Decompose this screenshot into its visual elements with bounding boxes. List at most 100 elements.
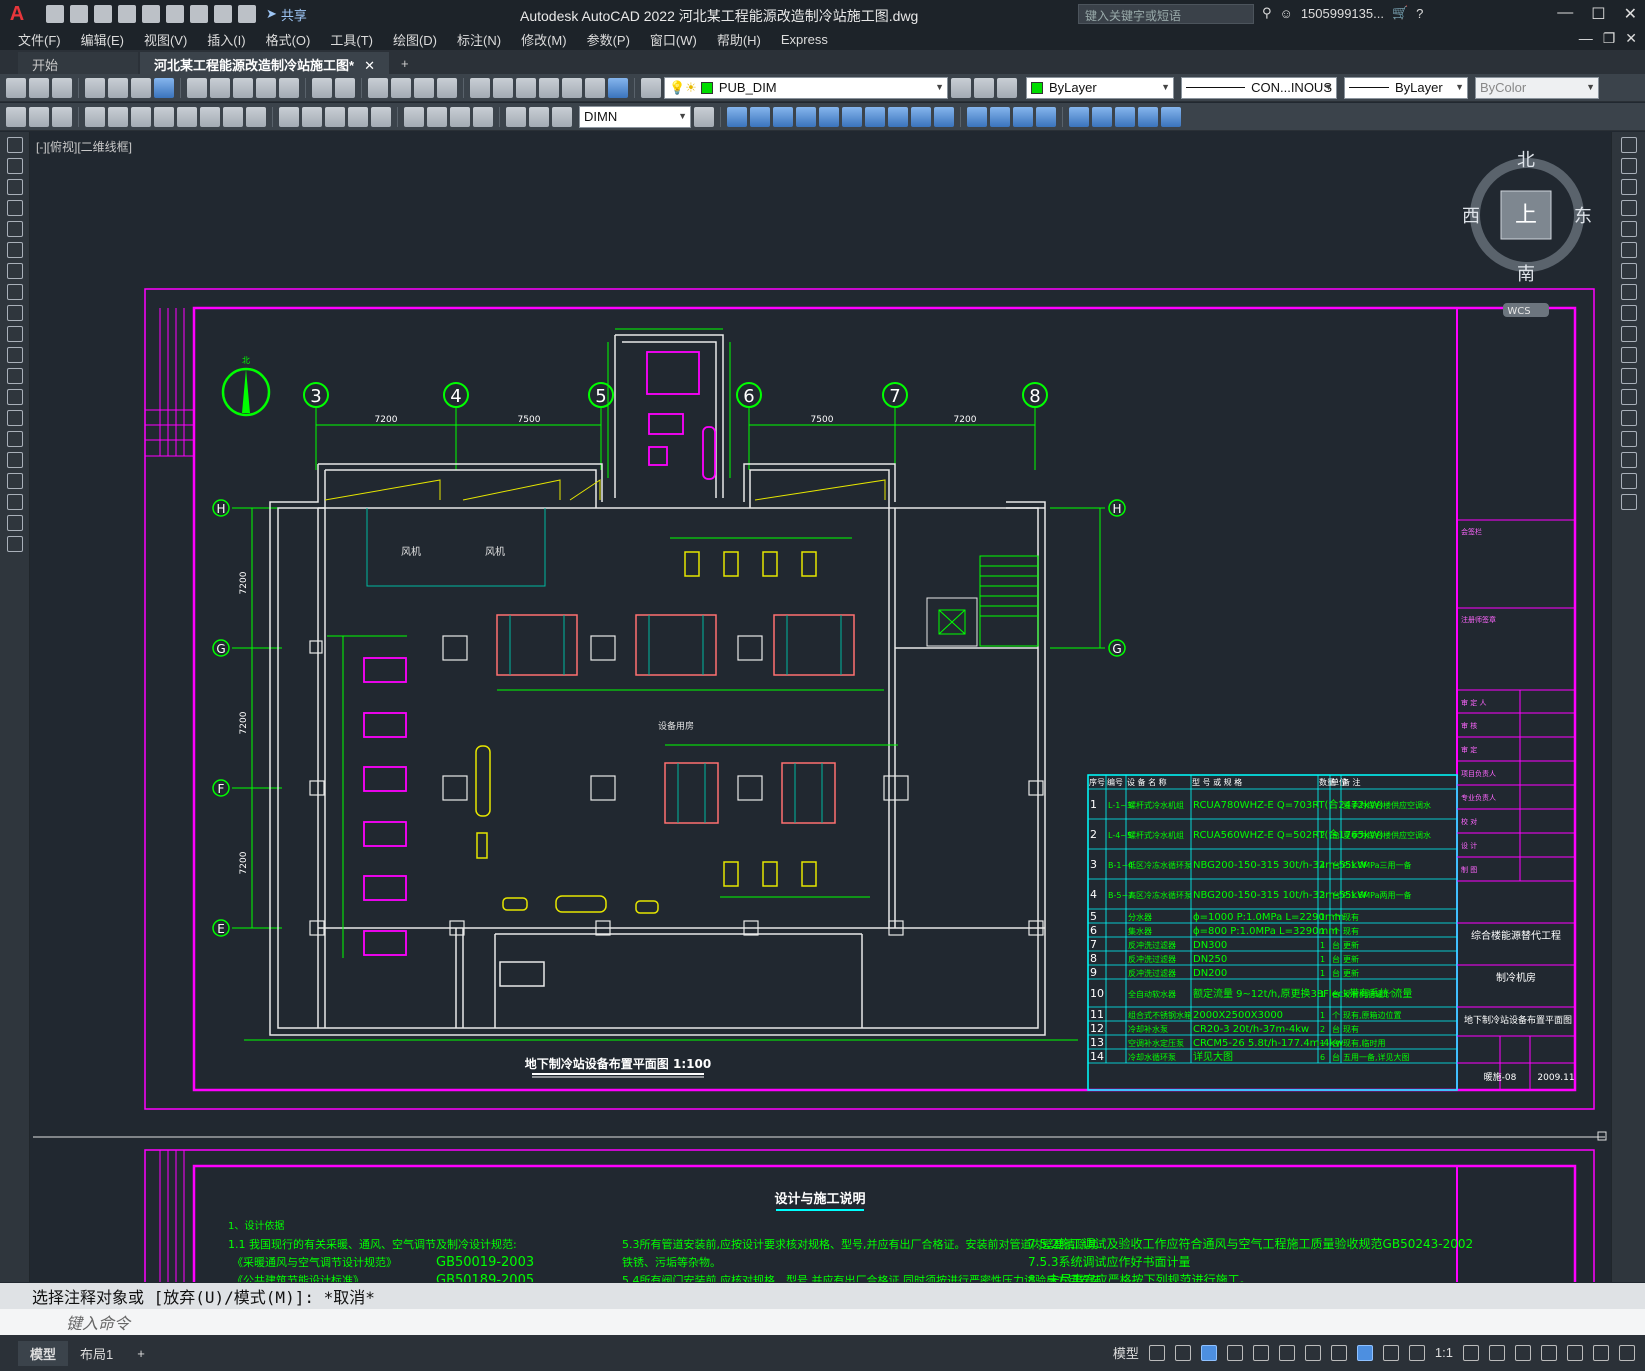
isodraft-icon[interactable] bbox=[1252, 1344, 1269, 1361]
designcenter-icon[interactable] bbox=[493, 77, 513, 98]
dim-jogged-icon[interactable] bbox=[200, 106, 220, 127]
inspection-icon[interactable] bbox=[450, 106, 470, 127]
calculator-icon[interactable] bbox=[585, 77, 605, 98]
plotstyle-dropdown[interactable]: ByColor ▼ bbox=[1475, 76, 1599, 99]
zoom-realtime-icon[interactable] bbox=[391, 77, 411, 98]
modify-3-icon[interactable] bbox=[773, 106, 793, 127]
mirror-icon[interactable] bbox=[1620, 179, 1637, 195]
block-editor-icon[interactable] bbox=[279, 77, 299, 98]
break-point-icon[interactable] bbox=[1620, 368, 1637, 384]
modify-17-icon[interactable] bbox=[1115, 106, 1135, 127]
drawing-canvas[interactable]: 上 北 南 东 西 WCS 北 3 4 5 6 7 8 7200 7500 75… bbox=[31, 132, 1610, 1282]
dim-aligned-icon[interactable] bbox=[108, 106, 128, 127]
clean-screen-icon[interactable] bbox=[1593, 1344, 1609, 1361]
modify-10-icon[interactable] bbox=[934, 106, 954, 127]
spline-icon[interactable] bbox=[6, 305, 23, 321]
join-icon[interactable] bbox=[1620, 410, 1637, 426]
explode-icon[interactable] bbox=[1620, 494, 1637, 510]
menu-insert[interactable]: 插入(I) bbox=[197, 30, 255, 49]
menu-parametric[interactable]: 参数(P) bbox=[577, 30, 640, 49]
print-icon[interactable] bbox=[190, 5, 208, 23]
quick-dim-icon[interactable] bbox=[279, 106, 299, 127]
model-space-button[interactable]: 模型 bbox=[1113, 1343, 1139, 1362]
ellipse-icon[interactable] bbox=[6, 326, 23, 342]
dim-radius-icon[interactable] bbox=[177, 106, 197, 127]
modify-5-icon[interactable] bbox=[819, 106, 839, 127]
rectangle-icon[interactable] bbox=[6, 221, 23, 237]
modify-1-icon[interactable] bbox=[727, 106, 747, 127]
layer-state-icon[interactable] bbox=[997, 77, 1017, 98]
hatch-icon[interactable] bbox=[6, 431, 23, 447]
dim-style-icon[interactable] bbox=[694, 106, 714, 127]
zoom-window-icon[interactable] bbox=[414, 77, 434, 98]
stretch-icon[interactable] bbox=[1620, 305, 1637, 321]
open-file-icon[interactable] bbox=[70, 5, 88, 23]
menu-tools[interactable]: 工具(T) bbox=[320, 30, 383, 49]
web-open-icon[interactable] bbox=[142, 5, 160, 23]
search-input[interactable]: 键入关键字或短语 bbox=[1078, 4, 1254, 24]
menu-dimension[interactable]: 标注(N) bbox=[447, 30, 511, 49]
snap-icon[interactable] bbox=[1174, 1344, 1191, 1361]
dim-break-icon[interactable] bbox=[371, 106, 391, 127]
dim-ordinate-icon[interactable] bbox=[154, 106, 174, 127]
dimstyle-dropdown[interactable]: DIMN ▼ bbox=[579, 105, 691, 128]
zoom-previous-icon[interactable] bbox=[437, 77, 457, 98]
gradient-icon[interactable] bbox=[6, 452, 23, 468]
menu-express[interactable]: Express bbox=[771, 32, 838, 47]
construction-line-icon[interactable] bbox=[6, 158, 23, 174]
modify-9-icon[interactable] bbox=[911, 106, 931, 127]
menu-help[interactable]: 帮助(H) bbox=[707, 30, 771, 49]
customization-menu-icon[interactable] bbox=[1619, 1344, 1635, 1361]
grid-icon[interactable] bbox=[1148, 1344, 1165, 1361]
toolpalette-icon[interactable] bbox=[516, 77, 536, 98]
dim-arc-icon[interactable] bbox=[131, 106, 151, 127]
scale-icon[interactable] bbox=[1620, 284, 1637, 300]
hardware-acceleration-icon[interactable] bbox=[1567, 1344, 1583, 1361]
search-icon[interactable]: ⚲ bbox=[1262, 5, 1272, 21]
dim-update-icon[interactable] bbox=[552, 106, 572, 127]
osnap-tracking-icon[interactable] bbox=[1278, 1344, 1295, 1361]
viewport-controls-label[interactable]: [-][俯视][二维线框] bbox=[36, 138, 132, 155]
matchprop-icon[interactable] bbox=[256, 77, 276, 98]
move-icon[interactable] bbox=[1620, 242, 1637, 258]
tab-model[interactable]: 模型 bbox=[18, 1340, 69, 1366]
blend-icon[interactable] bbox=[1620, 473, 1637, 489]
paste-icon[interactable] bbox=[233, 77, 253, 98]
tab-layout1[interactable]: 布局1 bbox=[68, 1341, 125, 1366]
new-file-icon[interactable] bbox=[46, 5, 64, 23]
modify-4-icon[interactable] bbox=[796, 106, 816, 127]
point-icon[interactable] bbox=[6, 410, 23, 426]
circle-icon[interactable] bbox=[6, 263, 23, 279]
rotate-icon[interactable] bbox=[1620, 263, 1637, 279]
toolbar-grip-1[interactable] bbox=[6, 106, 26, 127]
tab-start[interactable]: 开始 bbox=[18, 52, 138, 74]
3d-print-icon[interactable] bbox=[154, 77, 174, 98]
modify-7-icon[interactable] bbox=[865, 106, 885, 127]
viewcube[interactable]: 上 北 南 东 西 WCS bbox=[1462, 150, 1592, 317]
close-icon[interactable]: ✕ bbox=[1624, 4, 1637, 24]
modify-16-icon[interactable] bbox=[1092, 106, 1112, 127]
dim-linear-icon[interactable] bbox=[85, 106, 105, 127]
linetype-dropdown[interactable]: CON...INOUS ▼ bbox=[1181, 76, 1337, 99]
annotation-visibility-icon[interactable] bbox=[1356, 1344, 1373, 1361]
tab-drawing[interactable]: 河北某工程能源改造制冷站施工图* ✕ bbox=[140, 52, 389, 74]
publish-icon[interactable] bbox=[131, 77, 151, 98]
modify-11-icon[interactable] bbox=[967, 106, 987, 127]
menu-format[interactable]: 格式(O) bbox=[256, 30, 321, 49]
dimtedit-icon[interactable] bbox=[529, 106, 549, 127]
menu-modify[interactable]: 修改(M) bbox=[511, 30, 577, 49]
make-current-layer-icon[interactable] bbox=[951, 77, 971, 98]
revcloud-icon[interactable] bbox=[6, 284, 23, 300]
lineweight-icon[interactable] bbox=[1330, 1344, 1347, 1361]
trim-icon[interactable] bbox=[1620, 326, 1637, 342]
viewcube-west[interactable]: 西 bbox=[1462, 206, 1480, 227]
menu-view[interactable]: 视图(V) bbox=[134, 30, 197, 49]
menu-draw[interactable]: 绘图(D) bbox=[383, 30, 447, 49]
extend-icon[interactable] bbox=[1620, 347, 1637, 363]
maximize-icon[interactable]: ☐ bbox=[1591, 4, 1605, 24]
dimedit-icon[interactable] bbox=[506, 106, 526, 127]
menu-edit[interactable]: 编辑(E) bbox=[71, 30, 134, 49]
save-as-icon[interactable] bbox=[118, 5, 136, 23]
workspace-gear-icon[interactable] bbox=[1463, 1344, 1479, 1361]
chamfer-icon[interactable] bbox=[1620, 431, 1637, 447]
